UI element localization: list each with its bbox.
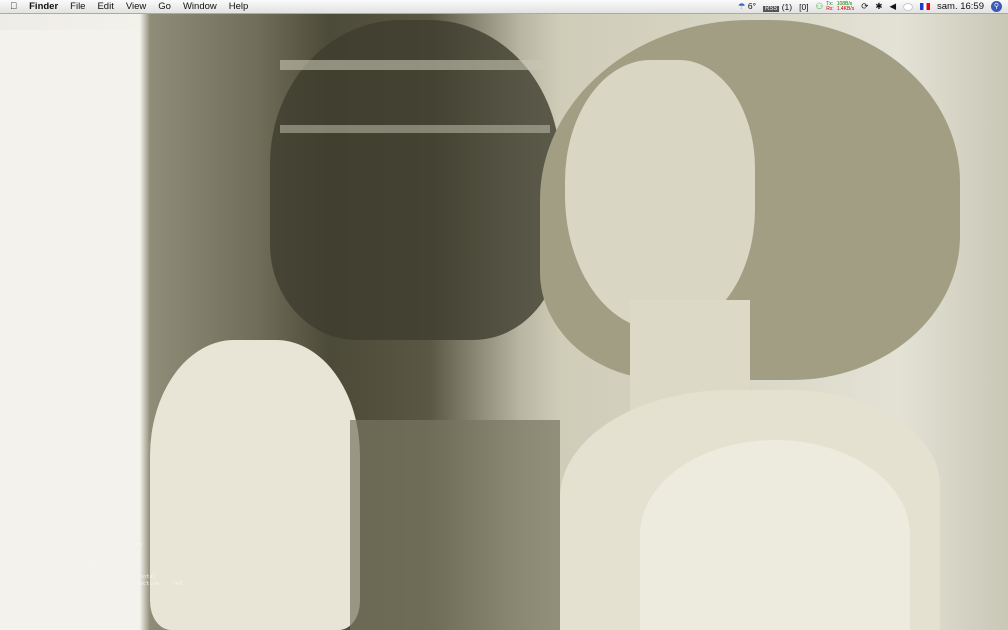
info-line: M active 598.4M inactive red — [60, 580, 183, 587]
weather-icon: ☂ — [737, 1, 746, 11]
system-info-overlay: c7.3 PC 970's - 2.0 GHz 1.72G / 61.06G /… — [60, 535, 183, 587]
rss-icon: RSS — [763, 5, 780, 12]
chat-status-icon[interactable] — [903, 2, 913, 11]
network-monitor[interactable]: ⚇ Tx: Rx: 108B/s 1.4KB/s — [816, 1, 855, 12]
menu-edit[interactable]: Edit — [91, 1, 119, 12]
bluetooth-icon[interactable]: ✱ — [875, 1, 882, 12]
rss-count: (1) — [781, 1, 793, 12]
volume-icon[interactable]: ◀ — [889, 1, 896, 12]
menu-view[interactable]: View — [120, 1, 152, 12]
weather-widget[interactable]: ☂ 6° — [738, 1, 756, 12]
spotlight-icon[interactable]: ⚲ — [991, 1, 1002, 12]
menu-bar:  Finder File Edit View Go Window Help ☂… — [0, 0, 1008, 14]
menu-window[interactable]: Window — [177, 1, 223, 12]
menu-go[interactable]: Go — [152, 1, 177, 12]
menu-finder[interactable]: Finder — [23, 1, 64, 12]
sync-icon[interactable]: ⟳ — [861, 1, 868, 12]
temperature: 6° — [747, 1, 756, 11]
rss-widget[interactable]: RSS (1) — [763, 2, 792, 12]
network-icon: ⚇ — [815, 1, 824, 11]
menu-file[interactable]: File — [64, 1, 91, 12]
rx-rate: 1.4KB/s — [836, 5, 855, 12]
clock[interactable]: sam. 16:59 — [937, 1, 984, 12]
rx-label: Rx: — [826, 5, 834, 12]
apple-menu-icon[interactable]:  — [0, 1, 23, 12]
bracket-status[interactable]: [0] — [799, 2, 808, 12]
french-flag-icon[interactable] — [920, 3, 930, 10]
menu-help[interactable]: Help — [223, 1, 255, 12]
